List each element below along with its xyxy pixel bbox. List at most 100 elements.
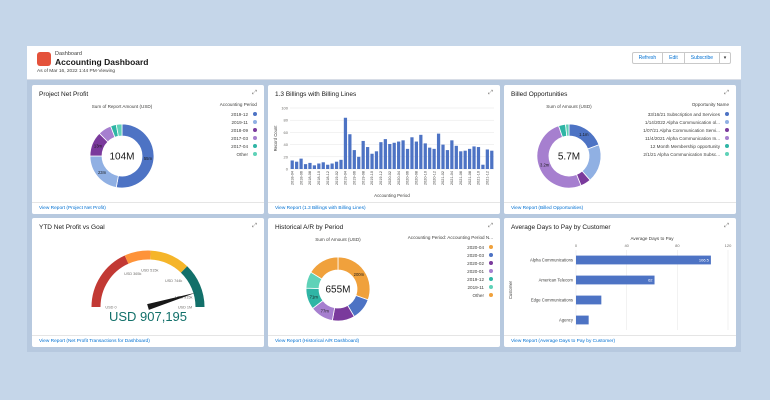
bar[interactable] bbox=[432, 148, 436, 169]
bar[interactable] bbox=[352, 150, 356, 169]
bar[interactable] bbox=[472, 146, 476, 169]
legend-item[interactable]: 2019-11 bbox=[187, 118, 257, 126]
view-report-link[interactable]: View Report (Average Days to Pay by Cust… bbox=[504, 335, 736, 347]
bar[interactable] bbox=[450, 140, 454, 169]
expand-icon[interactable]: ⤢ bbox=[252, 90, 257, 97]
legend-label: 33/16/21 Subscription and Services bbox=[647, 111, 720, 117]
view-report-link[interactable]: View Report (Historical A/R Dashboard) bbox=[268, 335, 500, 347]
legend-item[interactable]: 33/16/21 Subscription and Services bbox=[619, 110, 729, 118]
expand-icon[interactable]: ⤢ bbox=[724, 223, 729, 230]
bar[interactable] bbox=[576, 315, 589, 325]
bar[interactable] bbox=[459, 151, 463, 169]
bar[interactable] bbox=[348, 134, 352, 169]
card-title: Average Days to Pay by Customer bbox=[511, 224, 611, 231]
bar[interactable] bbox=[334, 161, 339, 169]
bar[interactable] bbox=[436, 133, 441, 169]
bar[interactable] bbox=[481, 164, 485, 169]
legend-item[interactable]: 2017-03 bbox=[187, 134, 257, 142]
bar[interactable] bbox=[576, 275, 655, 285]
bar[interactable] bbox=[576, 255, 711, 265]
bar[interactable] bbox=[299, 158, 303, 169]
bar[interactable] bbox=[576, 295, 602, 305]
bar[interactable] bbox=[428, 147, 432, 169]
bar[interactable] bbox=[326, 164, 330, 169]
legend-item[interactable]: 2019-12 bbox=[187, 110, 257, 118]
bar[interactable] bbox=[388, 143, 392, 169]
bar[interactable] bbox=[423, 143, 427, 169]
edit-button[interactable]: Edit bbox=[662, 52, 685, 64]
dashboard-logo-icon bbox=[37, 52, 51, 66]
bar[interactable] bbox=[308, 162, 312, 169]
bar[interactable] bbox=[445, 150, 450, 169]
bar[interactable] bbox=[374, 151, 379, 169]
bar[interactable] bbox=[463, 150, 467, 169]
legend-item[interactable]: Other bbox=[393, 291, 493, 299]
view-report-link[interactable]: View Report (Net Profit Transactions for… bbox=[32, 335, 264, 347]
legend-item[interactable]: 1/14/2022 Alpha Communication ol... bbox=[619, 118, 729, 126]
bar[interactable] bbox=[467, 148, 472, 169]
bar[interactable] bbox=[441, 144, 445, 169]
view-report-link[interactable]: View Report (Billed Opportunities) bbox=[504, 202, 736, 214]
legend-label: 1/07/21 Alpha Communication Servi... bbox=[643, 127, 720, 133]
bar[interactable] bbox=[321, 162, 325, 169]
legend-item[interactable]: 2019-11 bbox=[393, 283, 493, 291]
bar[interactable] bbox=[303, 164, 308, 169]
bar[interactable] bbox=[379, 142, 383, 169]
more-actions-menu-icon[interactable]: ▾ bbox=[719, 52, 731, 64]
view-report-link[interactable]: View Report (1.3 Billings with Billing L… bbox=[268, 202, 500, 214]
bar[interactable] bbox=[290, 160, 294, 169]
bar[interactable] bbox=[343, 117, 348, 169]
bar[interactable] bbox=[339, 159, 343, 169]
legend-item[interactable]: 2020-02 bbox=[393, 259, 493, 267]
bar[interactable] bbox=[490, 150, 494, 169]
legend-label: 2019-11 bbox=[231, 119, 248, 125]
slice-label: 13m bbox=[94, 144, 103, 149]
legend-item[interactable]: 2019-12 bbox=[393, 275, 493, 283]
bar[interactable] bbox=[370, 153, 374, 169]
bar[interactable] bbox=[317, 163, 321, 169]
bar[interactable] bbox=[330, 163, 334, 169]
bar[interactable] bbox=[295, 161, 299, 169]
y-tick-label: 20 bbox=[284, 154, 289, 159]
bar[interactable] bbox=[485, 149, 489, 169]
bar[interactable] bbox=[397, 141, 401, 169]
expand-icon[interactable]: ⤢ bbox=[488, 90, 493, 97]
legend-item[interactable]: 2017-04 bbox=[187, 142, 257, 150]
legend-item[interactable]: 11/4/2021 Alpha Communication In... bbox=[619, 134, 729, 142]
bar[interactable] bbox=[357, 156, 361, 169]
legend-item[interactable]: 2020-03 bbox=[393, 251, 493, 259]
bar[interactable] bbox=[312, 165, 317, 169]
legend-item[interactable]: 1/07/21 Alpha Communication Servi... bbox=[619, 126, 729, 134]
bar[interactable] bbox=[361, 140, 365, 169]
gauge-band bbox=[124, 250, 151, 264]
refresh-button[interactable]: Refresh bbox=[631, 52, 664, 64]
y-tick-label: 80 bbox=[284, 118, 289, 123]
legend-item[interactable]: 2/1/21 Alpha Communication Subsc... bbox=[619, 150, 729, 158]
bar[interactable] bbox=[476, 147, 481, 169]
subscribe-button[interactable]: Subscribe bbox=[683, 52, 720, 64]
legend-swatch bbox=[725, 136, 729, 140]
legend-item[interactable]: Other bbox=[187, 150, 257, 158]
legend-item[interactable]: 2020-01 bbox=[393, 267, 493, 275]
bar[interactable] bbox=[383, 139, 387, 169]
bar[interactable] bbox=[392, 142, 396, 169]
dashboard-app: Dashboard Accounting Dashboard As of Mar… bbox=[27, 46, 741, 352]
legend-item[interactable]: 2018-09 bbox=[187, 126, 257, 134]
expand-icon[interactable]: ⤢ bbox=[252, 223, 257, 230]
legend-item[interactable]: 2020-04 bbox=[393, 243, 493, 251]
bar[interactable] bbox=[401, 140, 405, 169]
view-report-link[interactable]: View Report (Project Net Profit) bbox=[32, 202, 264, 214]
bar[interactable] bbox=[405, 148, 410, 169]
bar[interactable] bbox=[410, 137, 414, 169]
bar[interactable] bbox=[414, 141, 419, 169]
category-label: Edge Communications bbox=[531, 298, 573, 303]
legend-label: 2017-04 bbox=[231, 143, 248, 149]
legend-item[interactable]: 12 Month Membership opportunity bbox=[619, 142, 729, 150]
expand-icon[interactable]: ⤢ bbox=[488, 223, 493, 230]
bar[interactable] bbox=[365, 147, 370, 169]
bar[interactable] bbox=[454, 145, 458, 169]
bar[interactable] bbox=[419, 134, 423, 169]
slice-label: 200m bbox=[354, 272, 365, 277]
expand-icon[interactable]: ⤢ bbox=[724, 90, 729, 97]
legend-label: Other bbox=[236, 151, 249, 157]
